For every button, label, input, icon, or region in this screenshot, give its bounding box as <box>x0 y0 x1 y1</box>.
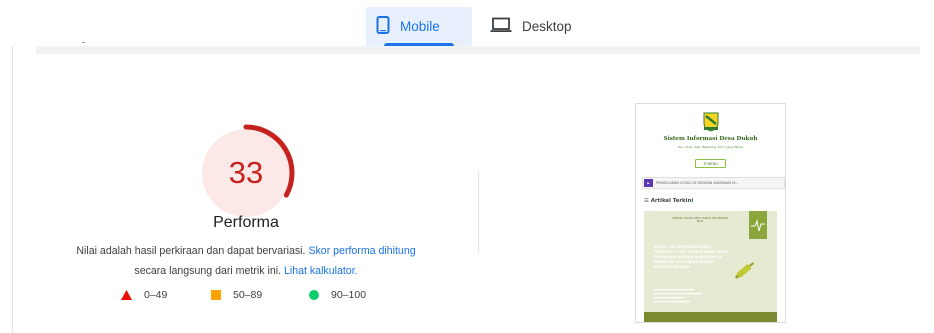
description-text: Nilai adalah hasil perkiraan dan dapat b… <box>76 245 306 257</box>
legend-item-fail: 0–49 <box>121 289 167 301</box>
ticker-badge-icon: ▶ <box>644 179 653 187</box>
performance-score-value: 33 <box>228 155 264 190</box>
final-screenshot-thumbnail: Sistem Informasi Desa Dukuh Kec. Ibun, K… <box>635 103 786 323</box>
legend-range-average: 50–89 <box>233 289 263 301</box>
content-top-strip <box>36 46 920 54</box>
page: Mobile Desktop 33 Performa Nilai adalah … <box>0 0 934 333</box>
section-divider <box>478 172 479 252</box>
laptop-icon <box>490 17 522 36</box>
poster-tag <box>749 211 767 239</box>
tab-mobile[interactable]: Mobile <box>366 7 472 46</box>
circle-icon <box>309 290 319 300</box>
legend-item-pass: 90–100 <box>309 289 366 301</box>
poster-main-text: KAMIS, 16 SEPTEMBER 2021 TERSEDIA 1.107 … <box>654 245 728 269</box>
ticker-text: PENGELAKAN COVID-19 DENGAN VAKSINASI M..… <box>656 181 739 185</box>
legend-range-fail: 0–49 <box>144 289 168 301</box>
poster-heading: ARTIKEL VAKSIN DESA DUKUH KECAMATAN IBUN <box>672 217 728 223</box>
pulse-icon <box>751 219 765 232</box>
description-text-2: secara langsung dari metrik ini. <box>134 265 282 277</box>
site-subtitle: Kec. Ibun, Kab. Bandung, Prov. Jawa Bara… <box>677 145 744 149</box>
triangle-icon <box>121 290 132 300</box>
poster-text-lines <box>654 289 702 303</box>
scroll-indicator <box>82 42 85 43</box>
legend-item-average: 50–89 <box>211 289 262 301</box>
village-emblem-icon <box>703 112 719 132</box>
site-section-title: ☰ Artikel Terkini <box>644 198 694 204</box>
tab-desktop[interactable]: Desktop <box>480 7 590 46</box>
left-divider <box>12 46 13 333</box>
performance-category-title: Performa <box>213 214 279 231</box>
poster-footer <box>644 312 777 322</box>
article-poster: ARTIKEL VAKSIN DESA DUKUH KECAMATAN IBUN… <box>644 211 777 322</box>
smartphone-icon <box>376 16 400 37</box>
syringe-icon <box>734 262 755 279</box>
tab-mobile-label: Mobile <box>400 19 440 34</box>
score-description: Nilai adalah hasil perkiraan dan dapat b… <box>40 241 452 281</box>
legend-range-pass: 90–100 <box>331 289 367 301</box>
tab-desktop-label: Desktop <box>522 19 572 34</box>
device-tab-bar: Mobile Desktop <box>0 0 934 46</box>
site-menu-button: ☰ MENU <box>695 159 726 168</box>
calculator-link[interactable]: Lihat kalkulator. <box>284 265 358 277</box>
site-news-ticker: ▶ PENGELAKAN COVID-19 DENGAN VAKSINASI M… <box>642 177 785 189</box>
score-calculated-link[interactable]: Skor performa dihitung <box>308 245 415 257</box>
square-icon <box>211 290 221 300</box>
site-title: Sistem Informasi Desa Dukuh <box>663 136 758 142</box>
